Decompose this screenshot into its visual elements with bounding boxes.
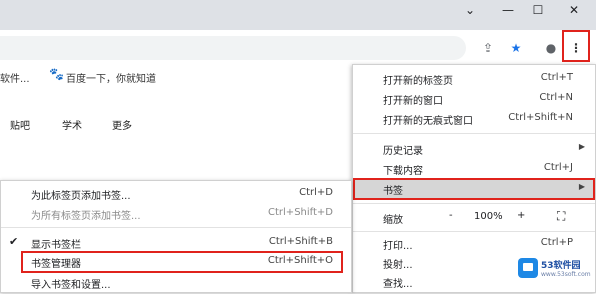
shortcut: Ctrl+Shift+B: [268, 236, 333, 247]
submenu-item-bookmark-manager[interactable]: 书签管理器 Ctrl+Shift+O: [1, 251, 351, 273]
shortcut: Ctrl+P: [540, 237, 573, 248]
menu-item-label: 打印...: [383, 241, 413, 252]
submenu-item-import[interactable]: 导入书签和设置...: [1, 272, 351, 294]
zoom-row: 缩放 - 100% + ⛶: [353, 207, 595, 229]
zoom-out-button[interactable]: -: [449, 210, 453, 221]
shortcut: Ctrl+J: [543, 162, 573, 173]
bookmarks-highlight: [353, 178, 595, 200]
watermark-subtext: www.53soft.com: [541, 271, 591, 278]
shortcut: Ctrl+N: [539, 92, 573, 103]
menu-divider: [1, 227, 351, 228]
menu-item-label: 显示书签栏: [31, 240, 81, 251]
bookmark-item[interactable]: 软件...: [0, 70, 30, 85]
menu-item-label: 打开新的标签页: [383, 76, 453, 87]
watermark-logo-inner: [523, 263, 533, 271]
zoom-label: 缩放: [383, 215, 403, 226]
profile-icon[interactable]: ●: [541, 38, 561, 58]
share-icon[interactable]: ⇪: [478, 38, 498, 58]
maximize-icon[interactable]: ☐: [524, 0, 552, 22]
shortcut: Ctrl+Shift+N: [508, 112, 573, 123]
menu-button-highlight: [562, 30, 590, 62]
menu-divider: [353, 231, 595, 232]
check-icon: ✔: [9, 235, 19, 248]
nav-link-more[interactable]: 更多: [112, 117, 132, 132]
submenu-arrow-icon: ▶: [578, 142, 585, 151]
menu-item-incognito[interactable]: 打开新的无痕式窗口 Ctrl+Shift+N: [353, 108, 595, 130]
menu-item-downloads[interactable]: 下载内容 Ctrl+J: [353, 158, 595, 180]
star-icon[interactable]: ★: [506, 38, 526, 58]
menu-item-new-window[interactable]: 打开新的窗口 Ctrl+N: [353, 88, 595, 110]
watermark-text: 53软件园: [541, 261, 581, 271]
tab-search-icon[interactable]: ⌄: [456, 0, 484, 22]
submenu-item-add-bookmark[interactable]: 为此标签页添加书签... Ctrl+D: [1, 183, 351, 205]
submenu-item-add-all-bookmarks[interactable]: 为所有标签页添加书签... Ctrl+Shift+D: [1, 203, 351, 225]
close-icon[interactable]: ✕: [560, 0, 588, 22]
bookmark-item-baidu[interactable]: 百度一下，你就知道: [66, 70, 156, 85]
menu-item-label: 为所有标签页添加书签...: [31, 211, 141, 222]
menu-divider: [353, 133, 595, 134]
menu-item-label: 历史记录: [383, 146, 423, 157]
menu-item-label: 查找...: [383, 279, 413, 290]
menu-item-label: 打开新的窗口: [383, 96, 443, 107]
nav-link-xueshu[interactable]: 学术: [62, 117, 82, 132]
menu-item-label: 打开新的无痕式窗口: [383, 116, 473, 127]
bookmark-manager-highlight: [21, 251, 343, 273]
menu-item-label: 为此标签页添加书签...: [31, 191, 131, 202]
baidu-paw-icon: 🐾: [49, 67, 64, 81]
menu-item-label: 下载内容: [383, 166, 423, 177]
menu-item-new-tab[interactable]: 打开新的标签页 Ctrl+T: [353, 68, 595, 90]
address-bar[interactable]: [0, 36, 466, 60]
bookmarks-submenu: 为此标签页添加书签... Ctrl+D 为所有标签页添加书签... Ctrl+S…: [0, 180, 352, 293]
menu-item-history[interactable]: 历史记录 ▶: [353, 138, 595, 160]
zoom-value: 100%: [474, 211, 503, 222]
nav-link-tieba[interactable]: 贴吧: [10, 117, 30, 132]
shortcut: Ctrl+Shift+D: [268, 207, 333, 218]
minimize-icon[interactable]: —: [494, 0, 522, 22]
menu-item-label: 导入书签和设置...: [31, 280, 111, 291]
fullscreen-icon[interactable]: ⛶: [557, 209, 565, 224]
shortcut: Ctrl+D: [299, 187, 333, 198]
shortcut: Ctrl+T: [540, 72, 573, 83]
menu-item-label: 投射...: [383, 260, 413, 271]
zoom-in-button[interactable]: +: [517, 210, 525, 221]
menu-item-bookmarks[interactable]: 书签 ▶: [353, 178, 595, 200]
menu-divider: [353, 203, 595, 204]
